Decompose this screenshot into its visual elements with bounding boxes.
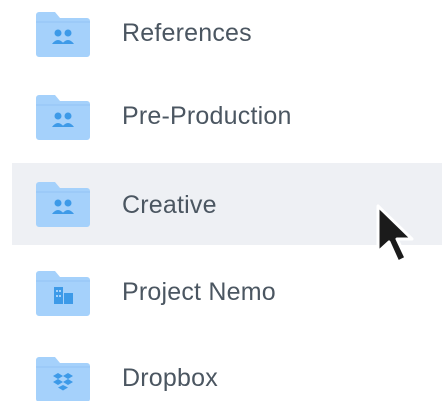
folder-label: Pre-Production [122, 102, 292, 130]
folder-row-dropbox[interactable]: Dropbox [0, 338, 442, 401]
folder-label: References [122, 19, 252, 47]
dropbox-folder-icon [36, 357, 90, 401]
folder-label: Project Nemo [122, 278, 276, 306]
folder-row-references[interactable]: References [0, 0, 442, 75]
mouse-pointer-icon [376, 204, 414, 264]
folder-label: Creative [122, 191, 217, 219]
shared-folder-icon [36, 95, 90, 140]
folder-row-pre-production[interactable]: Pre-Production [0, 76, 442, 158]
shared-folder-icon [36, 182, 90, 227]
folder-label: Dropbox [122, 364, 218, 392]
team-folder-icon [36, 271, 90, 316]
shared-folder-icon [36, 12, 90, 57]
folder-list: References Pre-Production Creative Proje… [0, 0, 442, 401]
